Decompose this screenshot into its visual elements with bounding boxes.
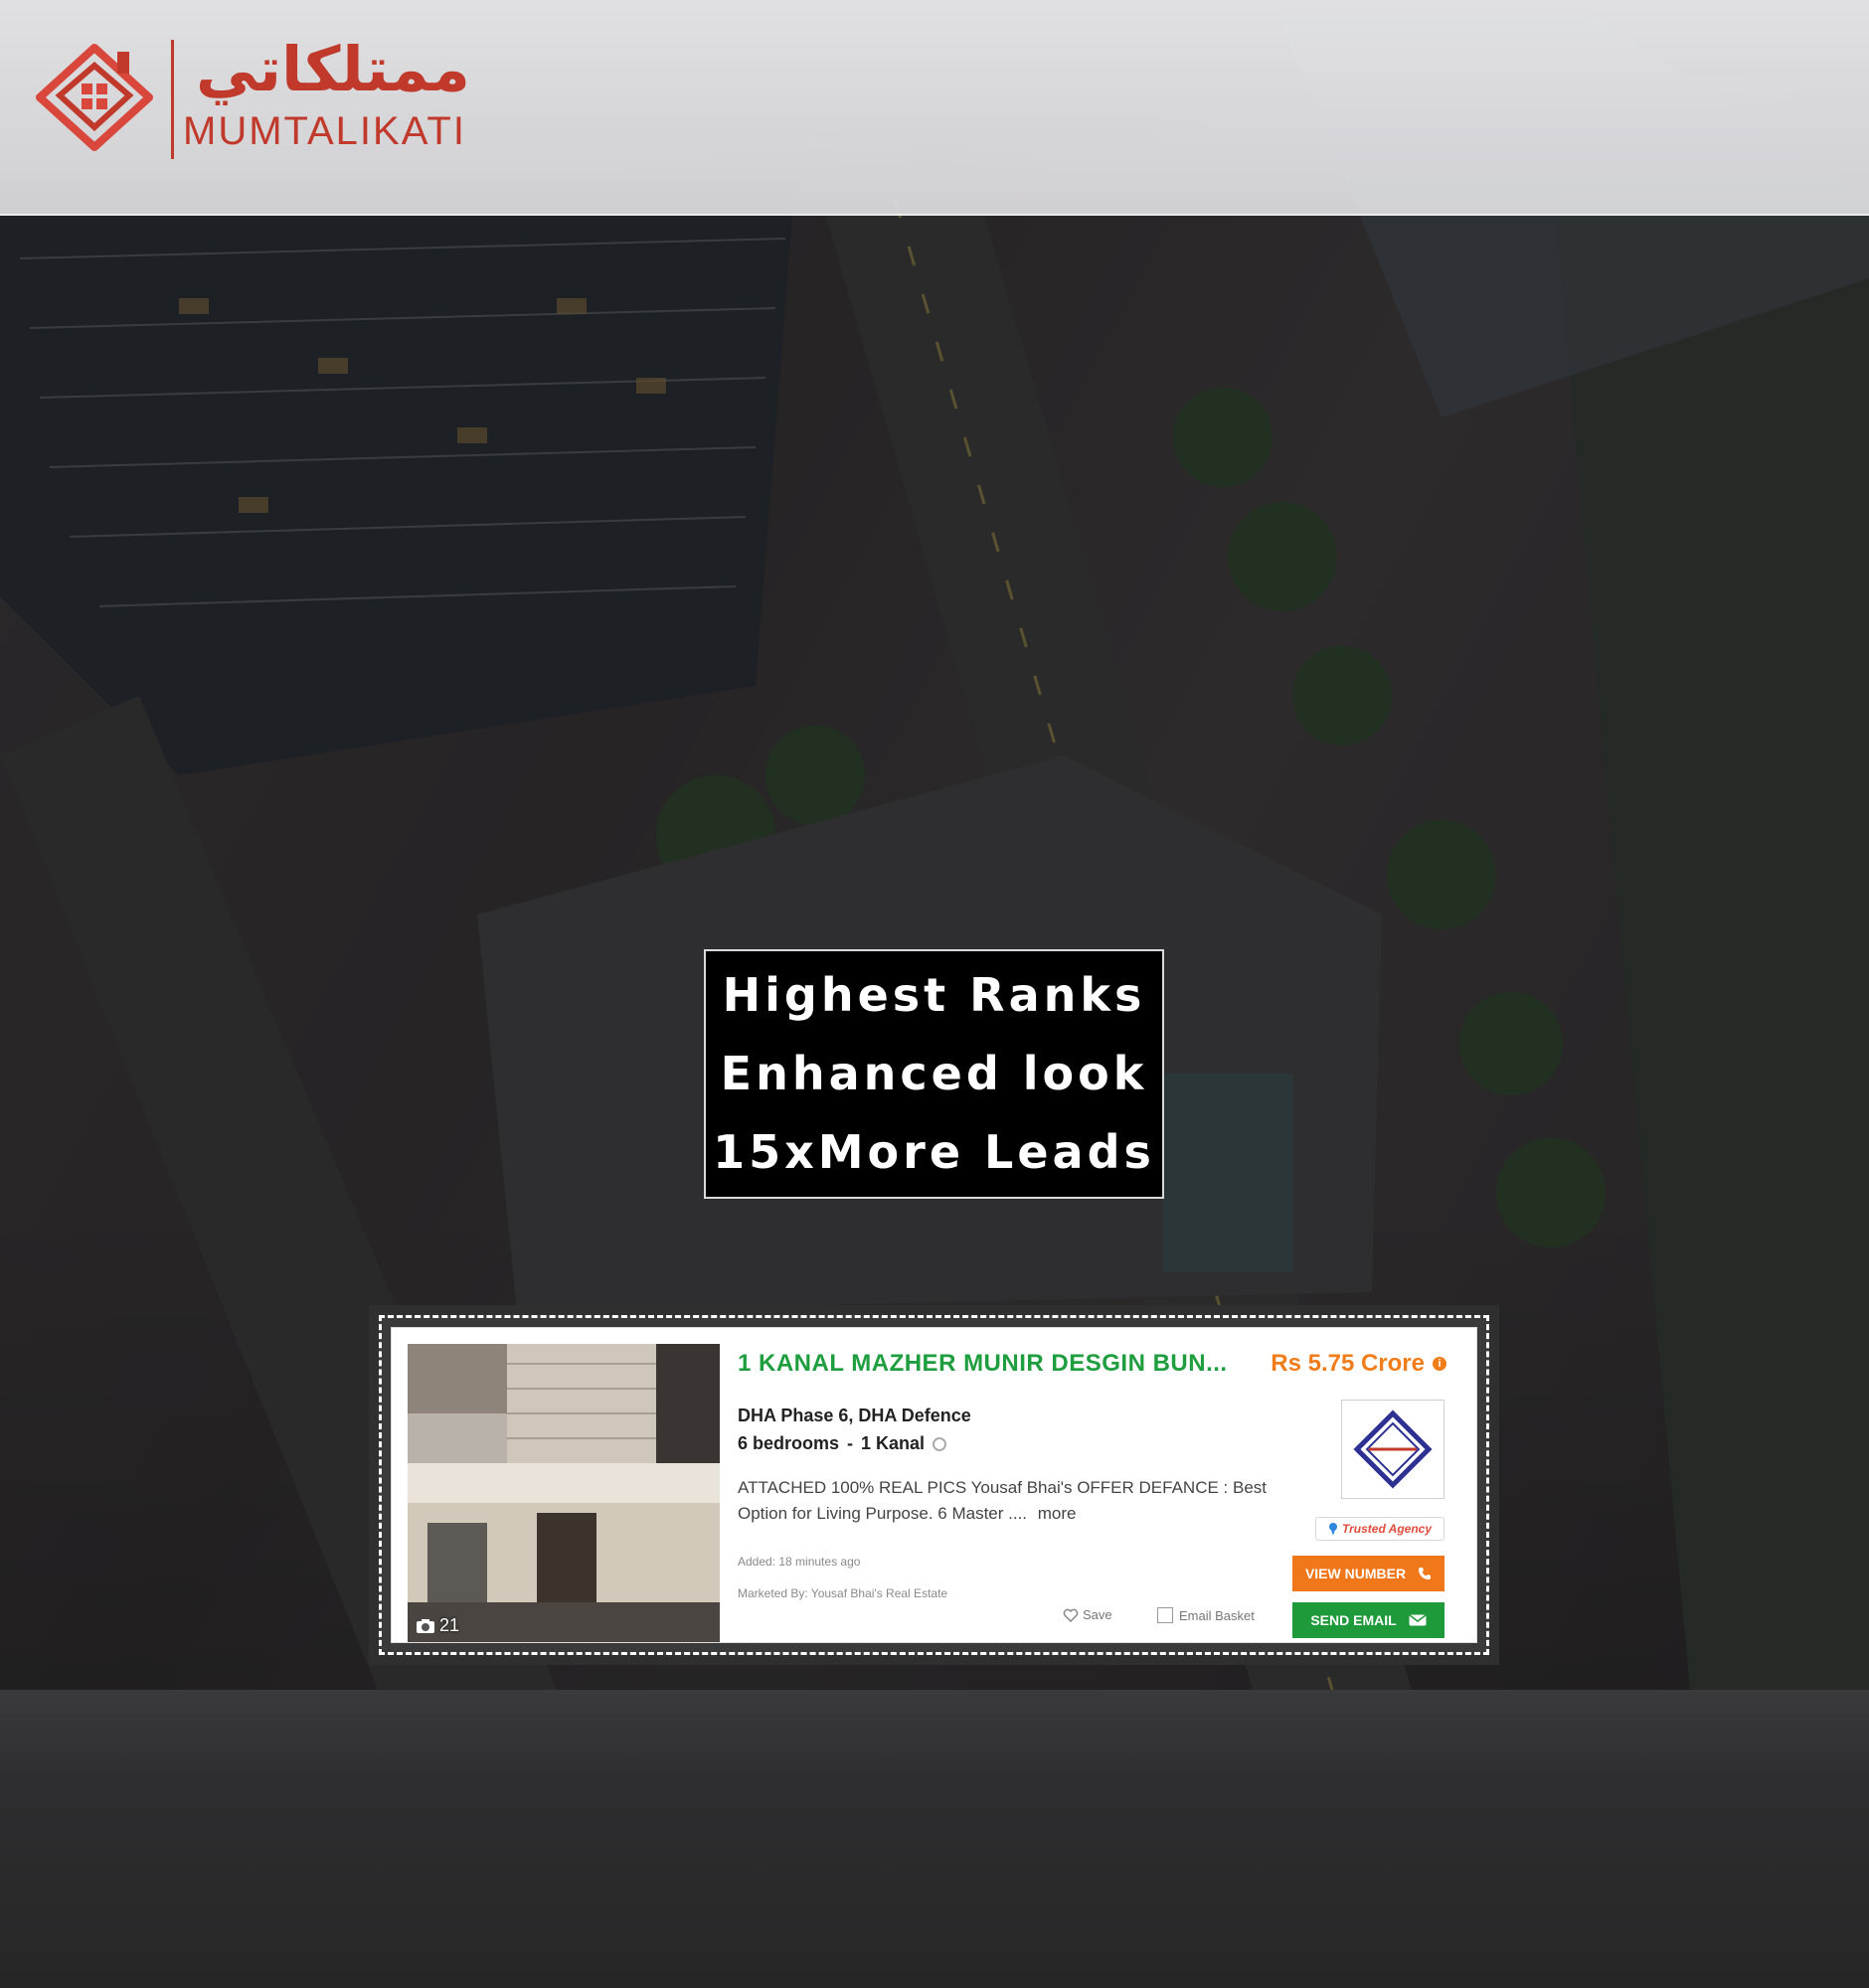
- listing-description: ATTACHED 100% REAL PICS Yousaf Bhai's OF…: [738, 1475, 1314, 1527]
- logo-divider: [171, 40, 174, 159]
- promo-line-3: 15xMore Leads: [713, 1125, 1155, 1179]
- photo-count-value: 21: [439, 1615, 460, 1635]
- trusted-agency-badge: Trusted Agency: [1315, 1517, 1444, 1541]
- listing-added-time: Added: 18 minutes ago: [738, 1555, 861, 1569]
- listing-location: DHA Phase 6, DHA Defence: [738, 1406, 971, 1425]
- listing-photo[interactable]: 21: [408, 1344, 720, 1642]
- listing-price-value: Rs 5.75 Crore: [1271, 1350, 1425, 1377]
- send-email-button[interactable]: SEND EMAIL: [1292, 1602, 1444, 1638]
- more-link[interactable]: more: [1038, 1504, 1077, 1523]
- area-info-icon[interactable]: [933, 1436, 947, 1451]
- specs-separator: -: [847, 1433, 854, 1453]
- pin-icon: [1328, 1523, 1337, 1536]
- listing-marketed-by: Marketed By: Yousaf Bhai's Real Estate: [738, 1586, 948, 1600]
- logo-arabic-wordmark: ممتلكاتي: [196, 33, 470, 105]
- promo-line-2: Enhanced look: [720, 1047, 1148, 1100]
- mail-icon: [1409, 1614, 1427, 1626]
- save-button[interactable]: Save: [1063, 1607, 1112, 1622]
- rooftop-ledge: [0, 1690, 1869, 1988]
- listing-description-text: ATTACHED 100% REAL PICS Yousaf Bhai's OF…: [738, 1478, 1268, 1523]
- promo-text-box: Highest Ranks Enhanced look 15xMore Lead…: [704, 949, 1164, 1199]
- save-label: Save: [1083, 1607, 1112, 1622]
- listing-title[interactable]: 1 KANAL MAZHER MUNIR DESGIN BUN...: [738, 1350, 1255, 1378]
- view-number-label: VIEW NUMBER: [1304, 1566, 1407, 1581]
- trusted-agency-label: Trusted Agency: [1341, 1522, 1433, 1536]
- listing-specs: 6 bedrooms - 1 Kanal: [738, 1433, 947, 1454]
- info-icon[interactable]: i: [1433, 1357, 1446, 1371]
- view-number-button[interactable]: VIEW NUMBER: [1292, 1556, 1444, 1591]
- house-logo-icon[interactable]: [30, 36, 159, 155]
- agency-diamond-logo-icon: [1353, 1409, 1433, 1489]
- heart-icon: [1063, 1608, 1079, 1622]
- listing-card-frame: 21 1 KANAL MAZHER MUNIR DESGIN BUN... Rs…: [369, 1305, 1499, 1665]
- listing-bedrooms: 6 bedrooms: [738, 1433, 840, 1453]
- logo-latin-wordmark: MUMTALIKATI: [183, 109, 466, 153]
- camera-icon: [417, 1618, 434, 1633]
- listing-card-stitched-border: 21 1 KANAL MAZHER MUNIR DESGIN BUN... Rs…: [379, 1315, 1489, 1655]
- email-basket-toggle[interactable]: Email Basket: [1157, 1607, 1255, 1623]
- photo-count: 21: [416, 1615, 459, 1636]
- promo-line-1: Highest Ranks: [722, 968, 1146, 1022]
- email-basket-label: Email Basket: [1179, 1607, 1255, 1623]
- house-photo-illustration: [408, 1344, 720, 1642]
- email-basket-checkbox[interactable]: [1157, 1607, 1173, 1623]
- listing-price: Rs 5.75 Crore i: [1271, 1350, 1446, 1378]
- listing-area: 1 Kanal: [861, 1433, 926, 1453]
- agency-logo[interactable]: [1341, 1400, 1444, 1499]
- listing-card[interactable]: 21 1 KANAL MAZHER MUNIR DESGIN BUN... Rs…: [391, 1327, 1477, 1643]
- send-email-label: SEND EMAIL: [1310, 1612, 1397, 1628]
- phone-icon: [1419, 1568, 1432, 1579]
- site-header: ممتلكاتي MUMTALIKATI: [0, 0, 1869, 216]
